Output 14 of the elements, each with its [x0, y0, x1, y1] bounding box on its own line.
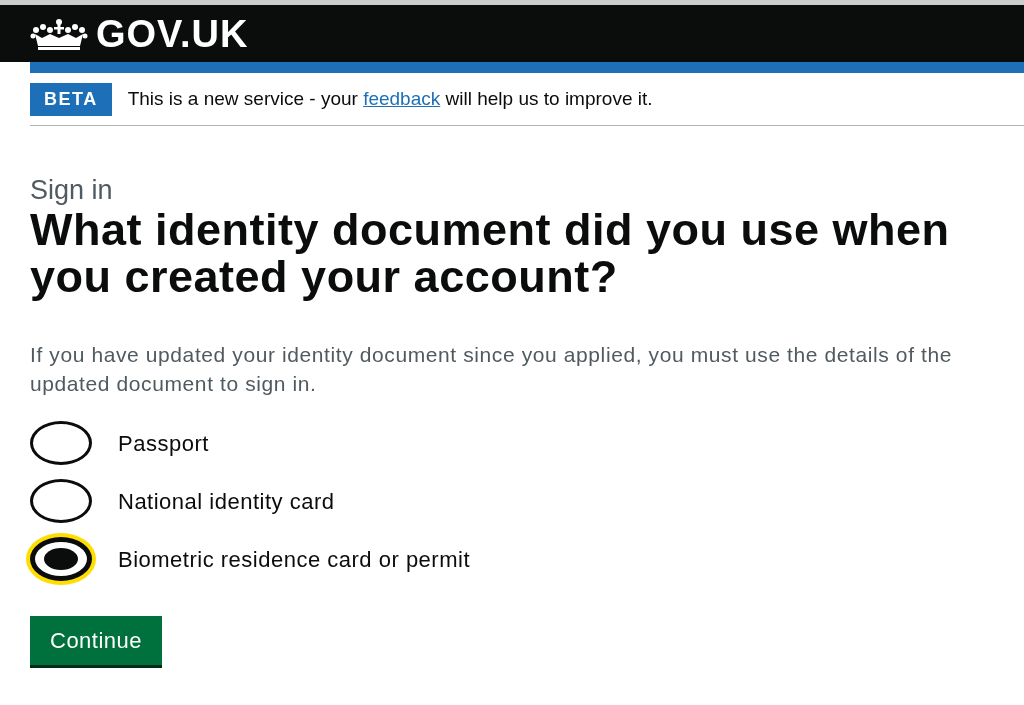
radio-label[interactable]: Biometric residence card or permit: [118, 542, 470, 576]
radio-label[interactable]: Passport: [118, 426, 209, 460]
radio-label[interactable]: National identity card: [118, 484, 335, 518]
page-caption: Sign in: [30, 174, 114, 207]
feedback-link[interactable]: feedback: [363, 87, 441, 109]
radio-button[interactable]: [30, 537, 92, 582]
logo-text: GOV.UK: [96, 14, 249, 53]
crown-icon: [30, 17, 88, 50]
logo-link[interactable]: GOV.UK: [30, 14, 249, 53]
phase-banner-text: This is a new service - your feedback will help us to improve it.: [127, 86, 653, 111]
phase-tag: BETA: [30, 82, 112, 116]
hint-text: If you have updated your identity document since you applied, you must use the details of the updated document to sign in.: [30, 342, 953, 398]
page-heading: What identity document did you use when you created your account?: [30, 206, 951, 301]
continue-button[interactable]: Continue: [30, 616, 163, 666]
